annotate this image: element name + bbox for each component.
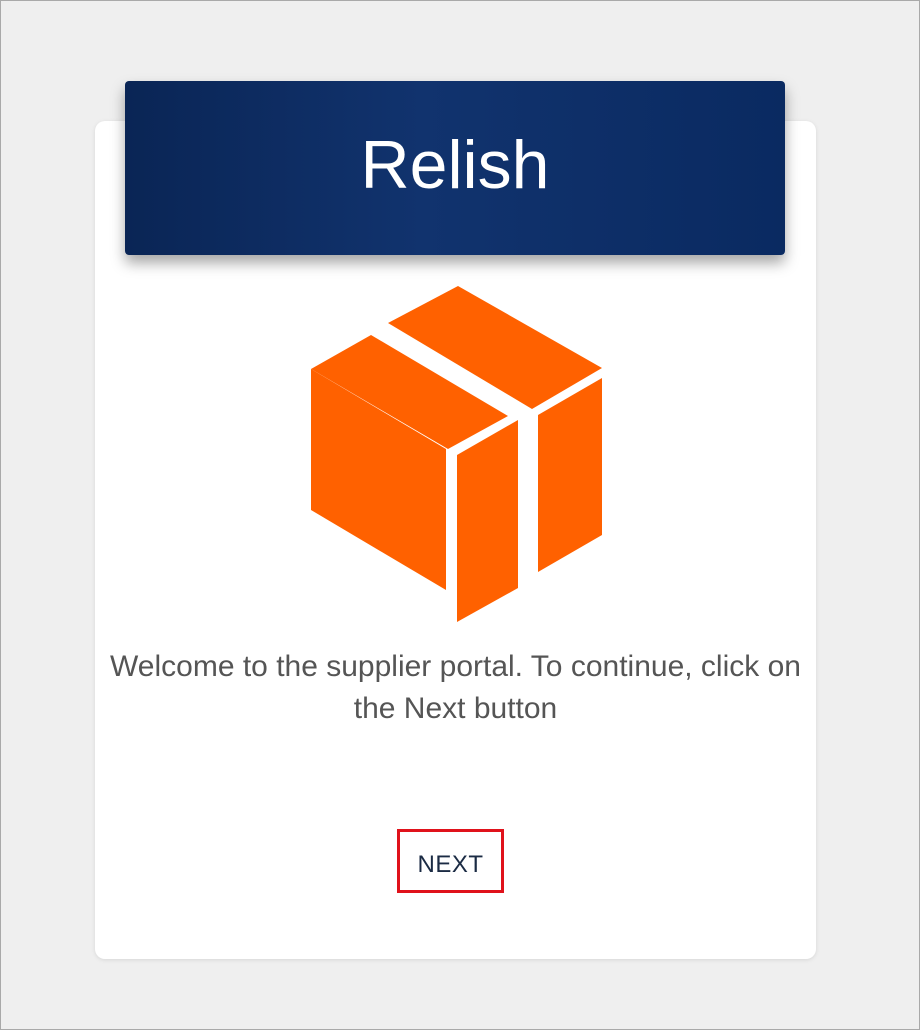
- box-logo-icon: [306, 284, 606, 624]
- next-button-highlight: NEXT: [397, 829, 504, 893]
- page-frame: Relish Welcome to the supplier portal. T…: [0, 0, 920, 1030]
- next-button[interactable]: NEXT: [409, 847, 491, 883]
- welcome-message: Welcome to the supplier portal. To conti…: [110, 650, 801, 725]
- card-header: Relish: [125, 81, 785, 255]
- app-title: Relish: [360, 127, 550, 203]
